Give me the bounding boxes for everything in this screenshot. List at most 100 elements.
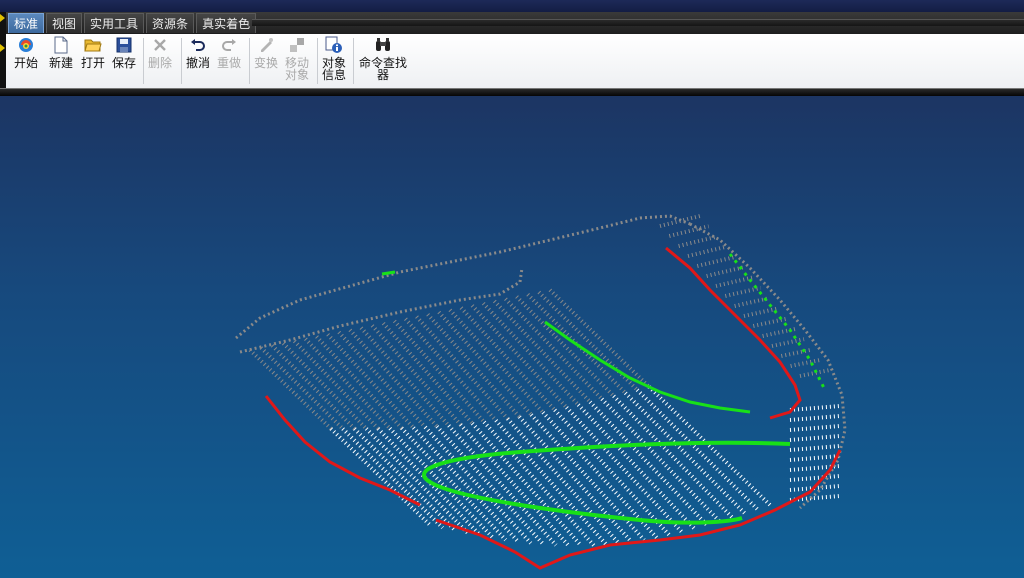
point-row-right [790,357,822,368]
delete-x-icon [151,36,169,54]
transform-button[interactable]: 变换 [254,36,278,69]
toolbar-separator [353,38,354,84]
point-row-right [743,306,779,318]
point-row-gray [304,337,392,430]
tab-standard[interactable]: 标准 [8,13,45,33]
redo-button[interactable]: 重做 [217,36,241,69]
point-row-white [411,426,520,543]
start-button[interactable]: 开始 [14,36,38,69]
inner-gray-rim-curve [239,267,524,354]
point-cloud-model [235,214,847,570]
3d-viewport[interactable] [0,96,1024,578]
tab-realistic-shading[interactable]: 真实着色 [196,13,257,33]
point-row-right [668,224,710,238]
save-disk-icon [115,36,133,54]
point-row-right-white [789,474,841,482]
save-button[interactable]: 保存 [112,36,136,69]
point-row-right-white [789,444,841,452]
object-info-label: 对象 信息 [322,56,347,82]
toolbar-separator [317,38,318,84]
open-label: 打开 [81,56,106,70]
toolbar-separator [143,38,144,84]
point-row-right-white [789,454,841,462]
undo-button[interactable]: 撤消 [186,36,210,69]
point-row-right [780,347,814,358]
point-row-gray [348,328,439,428]
point-row-gray [392,319,486,424]
command-finder-button[interactable]: 命令查找 器 [359,36,407,81]
move-object-label: 移动 对象 [285,56,310,82]
right-side-point-rows [659,214,841,502]
move-object-button[interactable]: 移动 对象 [285,36,309,81]
object-info-icon [325,36,343,54]
top-gray-rim-curve [235,214,691,340]
delete-label: 删除 [148,56,173,70]
point-row-white [635,388,759,511]
delete-button[interactable]: 删除 [148,36,172,69]
start-icon [17,36,35,54]
point-row-right-white [789,404,841,412]
point-row-right-white [789,424,841,432]
redo-label: 重做 [217,56,242,70]
grip-arrow-icon [0,14,5,22]
point-row-white [364,427,470,535]
point-row-gray [415,315,510,421]
point-row-right [706,265,744,278]
point-row-right [752,316,788,328]
point-row-white [576,403,696,531]
point-row-white [494,419,608,546]
point-row-gray [459,306,557,412]
point-row-gray [437,310,533,417]
object-info-button[interactable]: 对象 信息 [322,36,346,81]
point-row-gray [315,335,404,430]
rear-gray-point-rows [248,288,651,431]
move-object-icon [288,36,306,54]
new-file-icon [52,36,70,54]
green-loop-curve [422,440,791,525]
point-row-gray [359,326,451,427]
grip-arrow-icon [0,44,5,52]
tab-view[interactable]: 视图 [46,13,83,33]
point-row-gray [504,297,604,401]
title-bar [0,0,1024,12]
save-label: 保存 [112,56,137,70]
point-row-gray [281,341,368,431]
tab-utilities[interactable]: 实用工具 [84,13,145,33]
point-row-right [687,244,727,258]
open-button[interactable]: 打开 [81,36,105,69]
point-row-white [588,400,709,527]
point-row-right [678,234,718,248]
tab-bar-divider [252,19,1024,26]
command-finder-label: 命令查找 器 [359,56,408,82]
green-curve-rim [544,320,751,414]
point-row-right [724,285,762,298]
point-row-gray [548,288,651,389]
open-folder-icon [84,36,102,54]
point-row-white [612,394,734,519]
new-label: 新建 [49,56,74,70]
point-row-gray [404,317,498,422]
standard-toolbar: 开始 新建 打开 保存 删除 撤消 重做 变换 移动 对象 对象 信息 命令查找… [6,34,1024,89]
undo-label: 撤消 [186,56,211,70]
binoculars-icon [374,36,392,54]
point-row-gray [337,330,427,429]
new-button[interactable]: 新建 [49,36,73,69]
toolbar-separator [181,38,182,84]
point-row-white [624,391,747,515]
ribbon-tab-bar: 标准 视图 实用工具 资源条 真实着色 [0,12,1024,34]
point-row-gray [426,313,521,419]
point-row-right [696,255,736,268]
point-row-gray [448,308,545,414]
inner-red-edge-curve [665,246,802,420]
point-row-white [470,422,583,547]
transform-icon [257,36,275,54]
point-row-gray [381,322,474,425]
point-row-white [600,397,722,523]
toolbar-separator [249,38,250,84]
start-label: 开始 [14,56,39,70]
point-row-gray [515,295,616,398]
point-row-right-white [789,414,841,422]
tab-resources[interactable]: 资源条 [146,13,195,33]
right-gray-edge-curve [689,222,847,510]
undo-icon [189,36,207,54]
